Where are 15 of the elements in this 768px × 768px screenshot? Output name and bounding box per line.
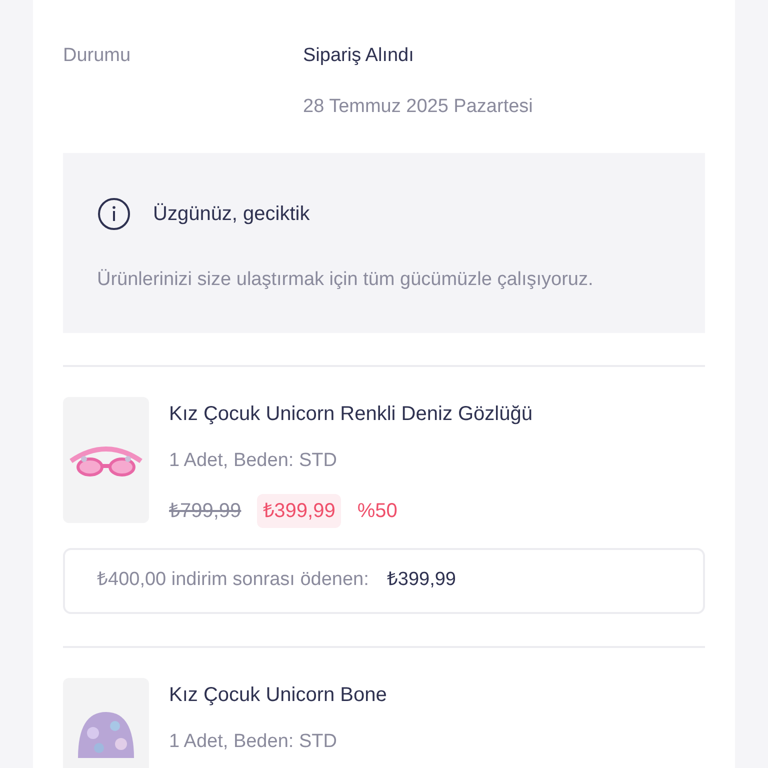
product-name: Kız Çocuk Unicorn Bone [169, 682, 387, 708]
notice-title: Üzgünüz, geciktik [153, 202, 310, 227]
summary-label: ₺400,00 indirim sonrası ödenen: [97, 568, 369, 592]
product-details: 1 Adet, Beden: STD [169, 449, 338, 473]
status-date: 28 Temmuz 2025 Pazartesi [303, 94, 533, 118]
discount-percent: %50 [357, 498, 398, 524]
old-price: ₺799,99 [169, 498, 242, 524]
status-label: Durumu [63, 44, 132, 68]
sale-price: ₺399,99 [257, 494, 342, 528]
status-value: Sipariş Alındı [303, 44, 415, 68]
notice-message: Ürünlerinizi size ulaştırmak için tüm gücümüzle çalışıyoruz. [97, 268, 594, 292]
product-name: Kız Çocuk Unicorn Renkli Deniz Gözlüğü [169, 402, 532, 427]
summary-amount: ₺399,99 [386, 568, 456, 592]
info-icon [97, 197, 131, 231]
product-details: 1 Adet, Beden: STD [169, 730, 338, 754]
